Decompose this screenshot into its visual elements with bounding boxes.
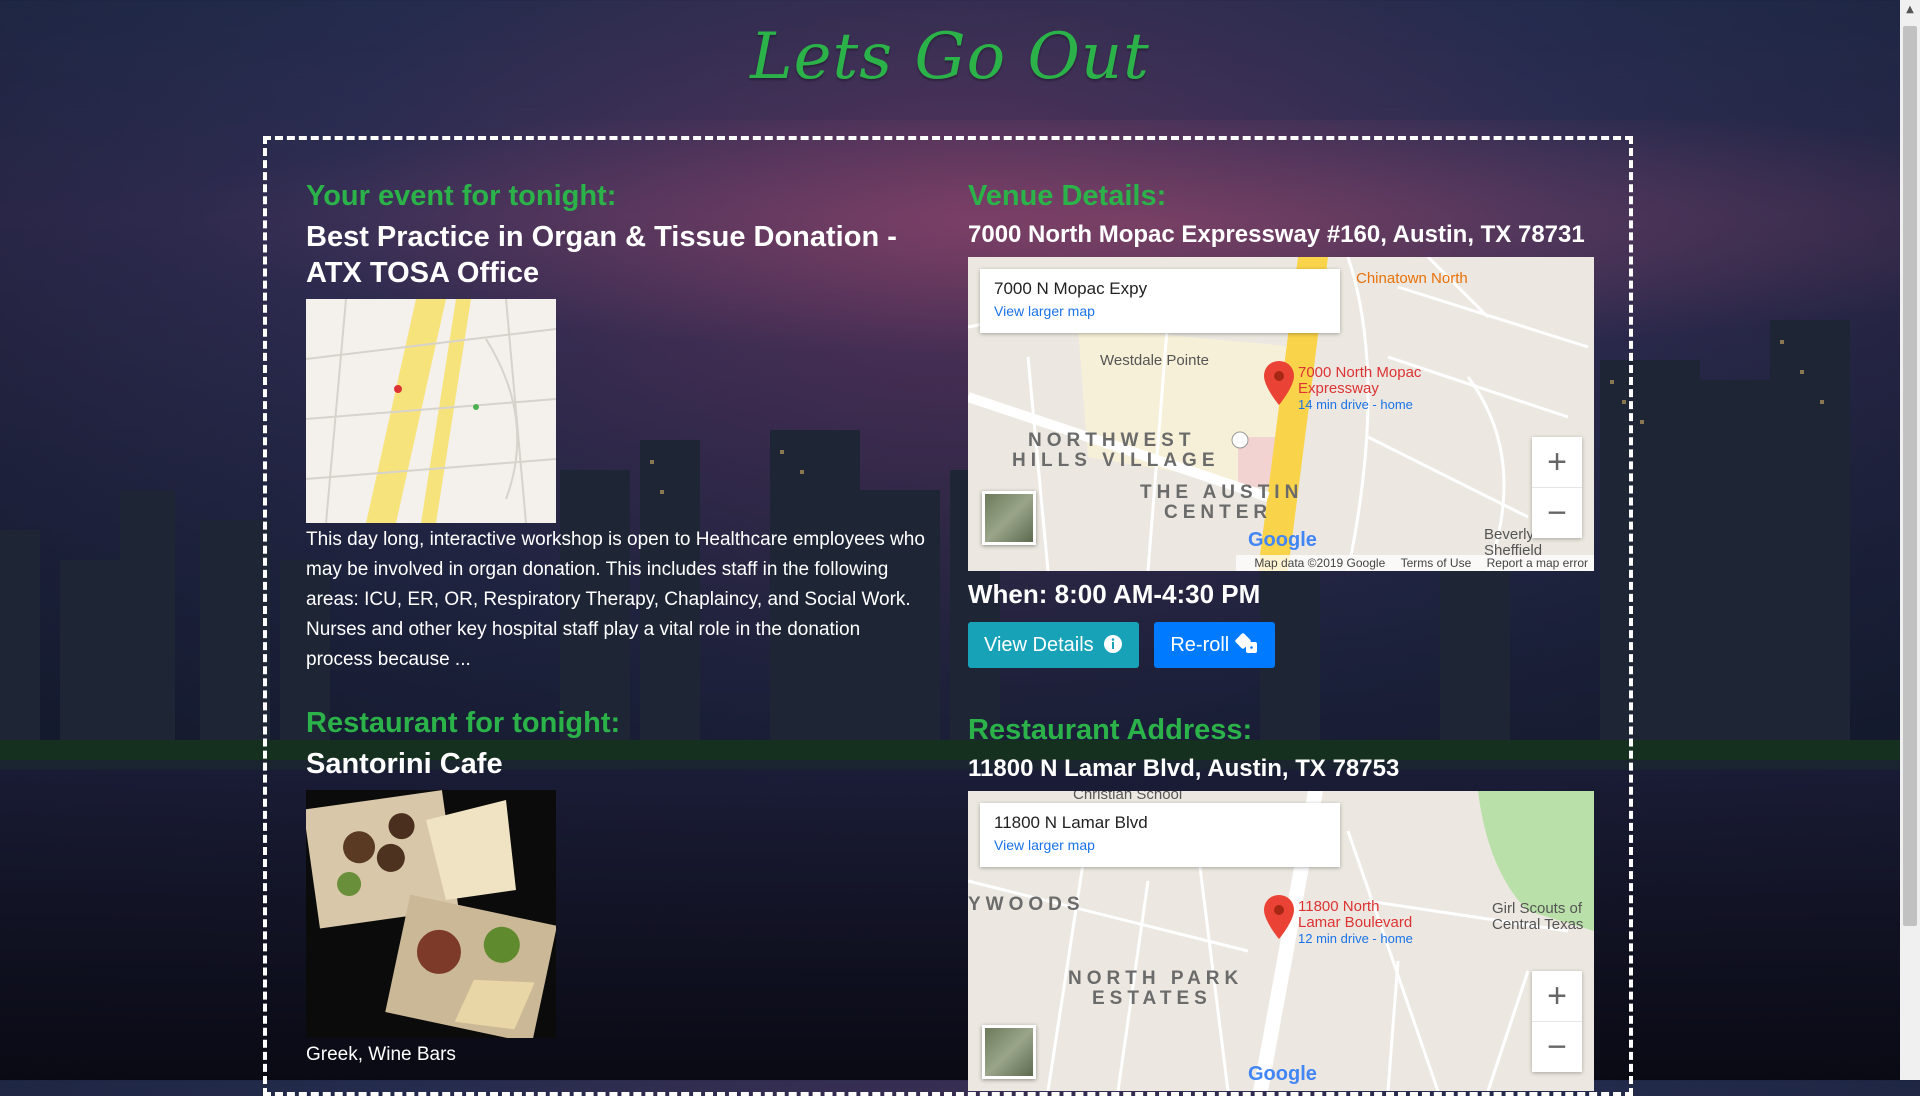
restaurant-area-ywoods: YWOODS: [968, 894, 1085, 915]
restaurant-poi-school: Christian School: [1073, 791, 1183, 803]
event-actions: View Details Re-roll: [968, 622, 1594, 668]
food-collage-graphic: [306, 790, 556, 1038]
venue-area-northwest: NORTHWEST: [1028, 430, 1196, 451]
venue-map-data: Map data ©2019 Google: [1254, 556, 1386, 570]
restaurant-address-heading: Restaurant Address:: [968, 714, 1253, 746]
venue-area-center: CENTER: [1164, 502, 1273, 523]
restaurant-map-pin-icon[interactable]: [1264, 895, 1294, 939]
restaurant-categories: Greek, Wine Bars: [306, 1044, 456, 1065]
event-location-thumbnail: [306, 299, 556, 523]
restaurant-zoom-in-button[interactable]: +: [1532, 971, 1582, 1021]
event-name[interactable]: Best Practice in Organ & Tissue Donation…: [306, 219, 926, 291]
venue-map-zoom-controls: + −: [1532, 437, 1582, 538]
restaurant-pin-label: 11800 North Lamar Boulevard 12 min drive…: [1298, 898, 1413, 947]
venue-poi-westdale: Westdale Pointe: [1100, 352, 1209, 369]
restaurant-name[interactable]: Santorini Cafe: [306, 746, 926, 782]
venue-terms-link[interactable]: Terms of Use: [1401, 556, 1472, 570]
restaurant-satellite-toggle[interactable]: [982, 1025, 1036, 1079]
venue-map-footer: Map data ©2019 Google Terms of Use Repor…: [1236, 555, 1594, 571]
dice-icon: [1235, 633, 1257, 653]
restaurant-poi-girl-scouts: Girl Scouts of Central Texas: [1492, 900, 1584, 933]
venue-view-larger-map-link[interactable]: View larger map: [994, 303, 1326, 319]
venue-map-place: 7000 N Mopac Expy: [994, 279, 1148, 298]
venue-pin-label: 7000 North Mopac Expressway 14 min drive…: [1298, 364, 1422, 413]
venue-map-pin-icon[interactable]: [1264, 361, 1294, 405]
scroll-up-icon[interactable]: ▲: [1900, 0, 1920, 20]
venue-report-link[interactable]: Report a map error: [1487, 556, 1588, 570]
venue-address: 7000 North Mopac Expressway #160, Austin…: [968, 221, 1585, 248]
right-column: Venue Details: 7000 North Mopac Expressw…: [968, 180, 1594, 1091]
restaurant-area-north-park: NORTH PARK: [1068, 968, 1244, 989]
event-description: This day long, interactive workshop is o…: [306, 529, 925, 670]
restaurant-area-estates: ESTATES: [1092, 988, 1212, 1009]
venue-map-infobox: 7000 N Mopac Expy View larger map: [980, 269, 1340, 333]
event-time: When: 8:00 AM-4:30 PM: [968, 579, 1261, 609]
thumbnail-map-graphic: [306, 299, 556, 523]
venue-area-austin: THE AUSTIN: [1140, 482, 1304, 503]
venue-map[interactable]: 7000 N Mopac Expy View larger map 7000 N…: [968, 257, 1594, 571]
page-scrollbar[interactable]: ▲: [1900, 0, 1920, 1080]
restaurant-heading: Restaurant for tonight:: [306, 707, 621, 739]
venue-satellite-toggle[interactable]: [982, 491, 1036, 545]
restaurant-map-infobox: 11800 N Lamar Blvd View larger map: [980, 803, 1340, 867]
reroll-button[interactable]: Re-roll: [1154, 622, 1275, 668]
venue-heading: Venue Details:: [968, 180, 1167, 212]
restaurant-address: 11800 N Lamar Blvd, Austin, TX 78753: [968, 755, 1400, 782]
restaurant-map[interactable]: 11800 N Lamar Blvd View larger map 11800…: [968, 791, 1594, 1091]
restaurant-zoom-out-button[interactable]: −: [1532, 1021, 1582, 1072]
venue-poi-chinatown: Chinatown North: [1356, 270, 1468, 287]
restaurant-map-zoom-controls: + −: [1532, 971, 1582, 1072]
restaurant-photo: [306, 790, 556, 1038]
restaurant-view-larger-map-link[interactable]: View larger map: [994, 837, 1326, 853]
venue-google-logo: Google: [1248, 529, 1317, 551]
page-title: Lets Go Out: [750, 20, 1150, 94]
venue-area-hills: HILLS VILLAGE: [1012, 450, 1220, 471]
restaurant-map-place: 11800 N Lamar Blvd: [994, 813, 1148, 832]
scrollbar-thumb[interactable]: [1903, 26, 1917, 926]
restaurant-google-logo: Google: [1248, 1063, 1317, 1085]
view-details-button[interactable]: View Details: [968, 622, 1140, 668]
left-column: Your event for tonight: Best Practice in…: [306, 180, 926, 1066]
venue-zoom-out-button[interactable]: −: [1532, 487, 1582, 538]
event-heading: Your event for tonight:: [306, 180, 617, 212]
info-icon: [1104, 635, 1123, 653]
venue-zoom-in-button[interactable]: +: [1532, 437, 1582, 487]
